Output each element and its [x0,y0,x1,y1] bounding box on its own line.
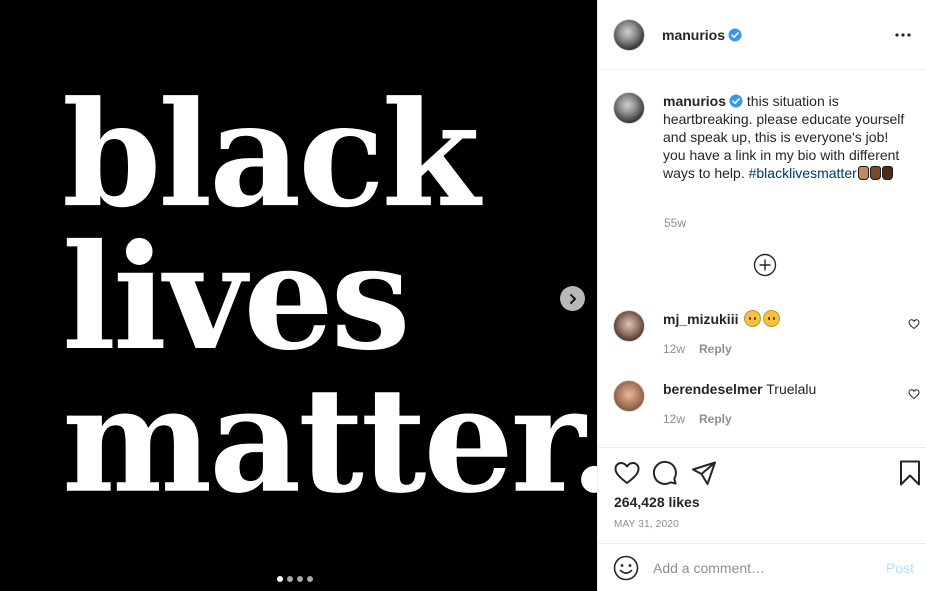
like-heart-icon[interactable] [613,459,641,487]
comment-body: mj_mizukiii 12w Reply [663,310,781,358]
comment-meta: 12w Reply [663,410,816,428]
post-header: manurios [598,0,926,70]
raised-fist-dark-icon [869,166,881,180]
carousel-indicator [277,576,313,582]
verified-badge-icon [729,94,743,108]
comment-time: 12w [663,342,686,356]
share-paper-plane-icon[interactable] [690,459,718,487]
like-comment-heart-icon[interactable] [908,388,920,400]
chevron-right-icon [569,293,576,304]
like-comment-heart-icon[interactable] [908,318,920,330]
add-comment-bar: Post [598,543,926,591]
load-more-comments-icon[interactable] [753,253,777,277]
emoji-smiley-icon[interactable] [613,555,639,581]
header-username[interactable]: manurios [662,27,725,43]
post-comment-button[interactable]: Post [886,560,914,576]
comment-time: 12w [663,412,686,426]
avatar[interactable] [613,310,645,342]
comment-item: berendeselmer Truelalu 12w Reply [613,380,920,428]
comment-username[interactable]: mj_mizukiii [663,311,738,327]
comment-body: berendeselmer Truelalu 12w Reply [663,380,816,428]
more-options-button[interactable] [892,24,914,46]
image-line-2: lives [62,213,411,383]
caption-body: manurios this situation is heartbreaking… [663,92,913,182]
comments-section: manurios this situation is heartbreaking… [598,70,926,448]
avatar[interactable] [613,92,645,124]
sad-face-icon [763,310,781,327]
carousel-dot [297,576,303,582]
comment-meta: 12w Reply [663,340,780,358]
carousel-dot [277,576,283,582]
reply-button[interactable]: Reply [699,410,732,428]
avatar[interactable] [613,18,645,51]
caption-username[interactable]: manurios [663,93,726,109]
carousel-dot [287,576,293,582]
caption: manurios this situation is heartbreaking… [613,92,913,182]
post-actions [613,459,920,489]
reply-button[interactable]: Reply [699,340,732,358]
carousel-dot [307,576,313,582]
comment-text: Truelalu [766,381,817,397]
add-comment-input[interactable] [653,559,873,576]
comment-username[interactable]: berendeselmer [663,381,763,397]
comment-bubble-icon[interactable] [651,459,679,487]
verified-badge-icon [728,28,742,41]
more-options-icon [895,33,911,37]
image-line-3: matter. [62,356,597,526]
likes-count[interactable]: 264,428 likes [614,494,700,510]
post-image-text: black lives matter. [62,70,597,526]
hashtag-link[interactable]: #blacklivesmatter [749,165,857,181]
image-line-1: black [62,70,480,240]
save-bookmark-icon[interactable] [896,459,924,487]
comment-item: mj_mizukiii 12w Reply [613,310,920,358]
next-image-button[interactable] [560,286,585,311]
caption-time: 55w [664,216,687,230]
sad-face-icon [744,310,762,327]
post-image: black lives matter. [0,0,597,591]
raised-fist-darker-icon [881,166,893,180]
post-date: May 31, 2020 [614,519,679,530]
avatar[interactable] [613,380,645,412]
post-side-panel: manurios manurios this situation is hear… [597,0,926,591]
raised-fist-medium-icon [857,166,869,180]
